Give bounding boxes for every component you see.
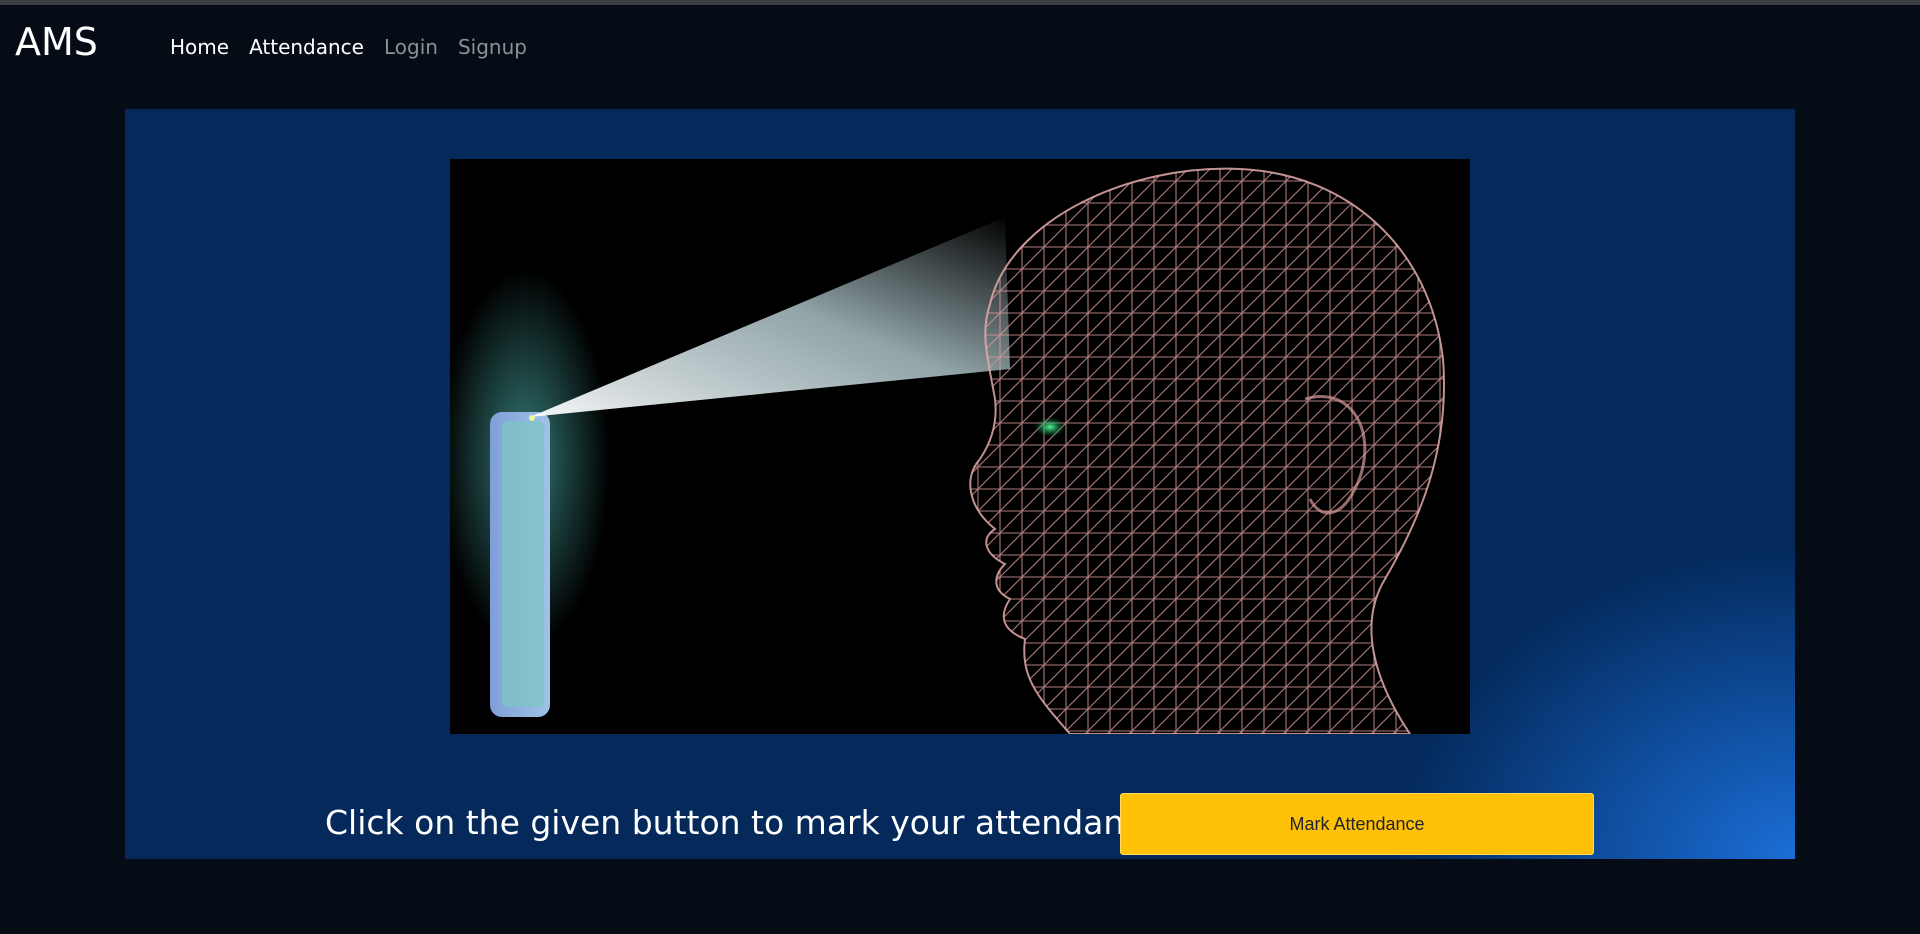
nav-link-attendance[interactable]: Attendance xyxy=(249,33,364,61)
attendance-prompt: Click on the given button to mark your a… xyxy=(325,803,1163,842)
face-scan-illustration xyxy=(450,167,1445,734)
brand-logo[interactable]: AMS xyxy=(15,17,98,67)
eye-glow xyxy=(1034,417,1066,437)
mark-attendance-button[interactable]: Mark Attendance xyxy=(1120,793,1594,855)
face-scan-image xyxy=(450,159,1470,734)
navbar: AMS Home Attendance Login Signup xyxy=(0,5,1920,85)
wireframe-head xyxy=(970,168,1445,734)
nav-link-signup[interactable]: Signup xyxy=(458,33,527,61)
nav-link-login[interactable]: Login xyxy=(384,33,438,61)
nav-links: Home Attendance Login Signup xyxy=(170,33,527,61)
scan-beam xyxy=(530,217,1010,417)
attendance-panel: Click on the given button to mark your a… xyxy=(125,109,1795,859)
nav-link-home[interactable]: Home xyxy=(170,33,229,61)
